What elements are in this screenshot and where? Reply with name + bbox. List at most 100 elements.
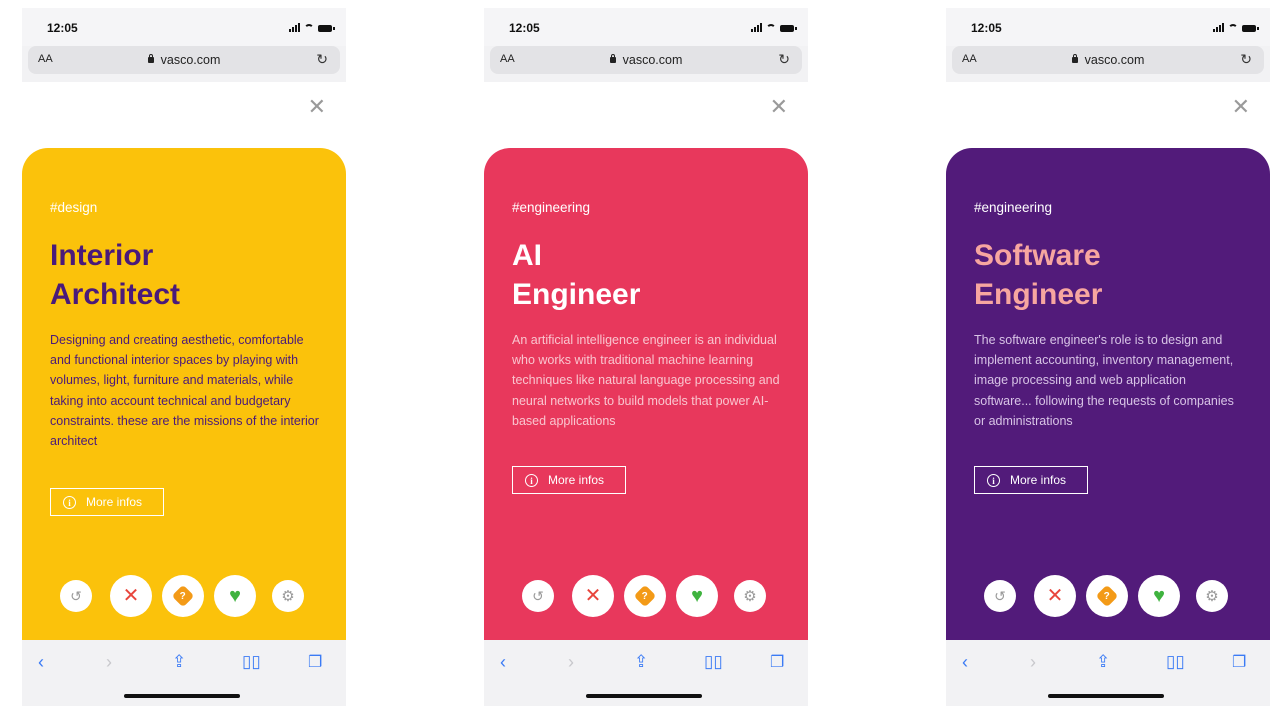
url-text: vasco.com <box>622 53 683 67</box>
more-infos-button[interactable]: i More infos <box>512 466 626 494</box>
screenshot-stage: 12:05 AA vasco.com ↻ ✕ #design Interior … <box>0 0 1280 707</box>
card-title-line-2: Architect <box>50 278 181 311</box>
card-title-line-1: Interior <box>50 239 154 272</box>
star-icon: ? <box>171 584 195 608</box>
job-card[interactable]: #engineering Software Engineer The softw… <box>946 148 1270 640</box>
superlike-button[interactable]: ? <box>624 575 666 617</box>
reload-icon[interactable]: ↻ <box>316 51 328 68</box>
status-time: 12:05 <box>509 21 540 35</box>
undo-icon: ↺ <box>532 587 544 604</box>
system-icons <box>1213 22 1259 32</box>
back-icon[interactable]: ‹ <box>500 652 506 673</box>
card-title: AI Engineer <box>512 236 640 314</box>
signal-icon <box>751 23 762 32</box>
more-infos-label: More infos <box>548 473 605 487</box>
forward-icon[interactable]: › <box>568 652 574 673</box>
home-indicator <box>124 694 240 698</box>
gear-icon: ⚙ <box>743 588 757 605</box>
dislike-button[interactable]: ✕ <box>572 575 614 617</box>
forward-icon[interactable]: › <box>1030 652 1036 673</box>
battery-icon <box>780 25 797 32</box>
reload-icon[interactable]: ↻ <box>778 51 790 68</box>
url-display[interactable]: vasco.com <box>490 53 802 67</box>
safari-toolbar: ‹ › ⇪ ▯▯ ❐ <box>484 640 808 706</box>
dislike-button[interactable]: ✕ <box>110 575 152 617</box>
card-title-line-2: Engineer <box>512 278 641 311</box>
phone-screen-1: 12:05 AA vasco.com ↻ ✕ #design Interior … <box>22 8 346 706</box>
action-buttons: ↺ ✕ ? ♥ ⚙ <box>484 574 808 618</box>
settings-button[interactable]: ⚙ <box>272 580 304 612</box>
card-description: Designing and creating aesthetic, comfor… <box>50 333 319 449</box>
system-icons <box>289 22 335 32</box>
more-infos-label: More infos <box>1010 473 1067 487</box>
like-button[interactable]: ♥ <box>676 575 718 617</box>
url-display[interactable]: vasco.com <box>28 53 340 67</box>
superlike-button[interactable]: ? <box>1086 575 1128 617</box>
url-text: vasco.com <box>160 53 221 67</box>
undo-icon: ↺ <box>70 587 82 604</box>
system-icons <box>751 22 797 32</box>
card-title: Software Engineer <box>974 236 1102 314</box>
back-icon[interactable]: ‹ <box>38 652 44 673</box>
wifi-icon <box>766 24 776 32</box>
undo-button[interactable]: ↺ <box>60 580 92 612</box>
bookmarks-icon[interactable]: ▯▯ <box>1166 652 1185 672</box>
web-page: ✕ #engineering Software Engineer The sof… <box>946 82 1270 640</box>
job-card[interactable]: #engineering AI Engineer An artificial i… <box>484 148 808 640</box>
star-icon: ? <box>633 584 657 608</box>
gear-icon: ⚙ <box>281 588 295 605</box>
undo-button[interactable]: ↺ <box>522 580 554 612</box>
url-display[interactable]: vasco.com <box>952 53 1264 67</box>
back-icon[interactable]: ‹ <box>962 652 968 673</box>
reload-icon[interactable]: ↻ <box>1240 51 1252 68</box>
undo-button[interactable]: ↺ <box>984 580 1016 612</box>
card-description: The software engineer's role is to desig… <box>974 333 1234 428</box>
settings-button[interactable]: ⚙ <box>734 580 766 612</box>
dislike-button[interactable]: ✕ <box>1034 575 1076 617</box>
like-button[interactable]: ♥ <box>214 575 256 617</box>
tabs-icon[interactable]: ❐ <box>308 652 322 672</box>
battery-icon <box>1242 25 1259 32</box>
status-time: 12:05 <box>971 21 1002 35</box>
share-icon[interactable]: ⇪ <box>634 652 648 672</box>
card-description: An artificial intelligence engineer is a… <box>512 333 780 428</box>
x-icon: ✕ <box>122 585 140 607</box>
forward-icon[interactable]: › <box>106 652 112 673</box>
address-bar[interactable]: AA vasco.com ↻ <box>28 46 340 74</box>
settings-button[interactable]: ⚙ <box>1196 580 1228 612</box>
card-title: Interior Architect <box>50 236 180 314</box>
bookmarks-icon[interactable]: ▯▯ <box>704 652 723 672</box>
card-title-line-1: Software <box>974 239 1101 272</box>
job-card[interactable]: #design Interior Architect Designing and… <box>22 148 346 640</box>
like-button[interactable]: ♥ <box>1138 575 1180 617</box>
address-bar[interactable]: AA vasco.com ↻ <box>490 46 802 74</box>
tabs-icon[interactable]: ❐ <box>1232 652 1246 672</box>
lock-icon <box>609 54 616 63</box>
more-infos-button[interactable]: i More infos <box>50 488 164 516</box>
close-icon[interactable]: ✕ <box>770 96 788 118</box>
close-icon[interactable]: ✕ <box>1232 96 1250 118</box>
safari-toolbar: ‹ › ⇪ ▯▯ ❐ <box>22 640 346 706</box>
home-indicator <box>1048 694 1164 698</box>
tabs-icon[interactable]: ❐ <box>770 652 784 672</box>
info-icon: i <box>63 495 76 509</box>
star-icon: ? <box>1095 584 1119 608</box>
bookmarks-icon[interactable]: ▯▯ <box>242 652 261 672</box>
more-infos-button[interactable]: i More infos <box>974 466 1088 494</box>
superlike-button[interactable]: ? <box>162 575 204 617</box>
action-buttons: ↺ ✕ ? ♥ ⚙ <box>22 574 346 618</box>
share-icon[interactable]: ⇪ <box>1096 652 1110 672</box>
web-page: ✕ #engineering AI Engineer An artificial… <box>484 82 808 640</box>
gear-icon: ⚙ <box>1205 588 1219 605</box>
heart-icon: ♥ <box>691 585 703 607</box>
lock-icon <box>147 54 154 63</box>
close-icon[interactable]: ✕ <box>308 96 326 118</box>
address-bar[interactable]: AA vasco.com ↻ <box>952 46 1264 74</box>
battery-icon <box>318 25 335 32</box>
url-text: vasco.com <box>1084 53 1145 67</box>
wifi-icon <box>304 24 314 32</box>
signal-icon <box>289 23 300 32</box>
lock-icon <box>1071 54 1078 63</box>
share-icon[interactable]: ⇪ <box>172 652 186 672</box>
card-tag: #engineering <box>512 200 591 215</box>
